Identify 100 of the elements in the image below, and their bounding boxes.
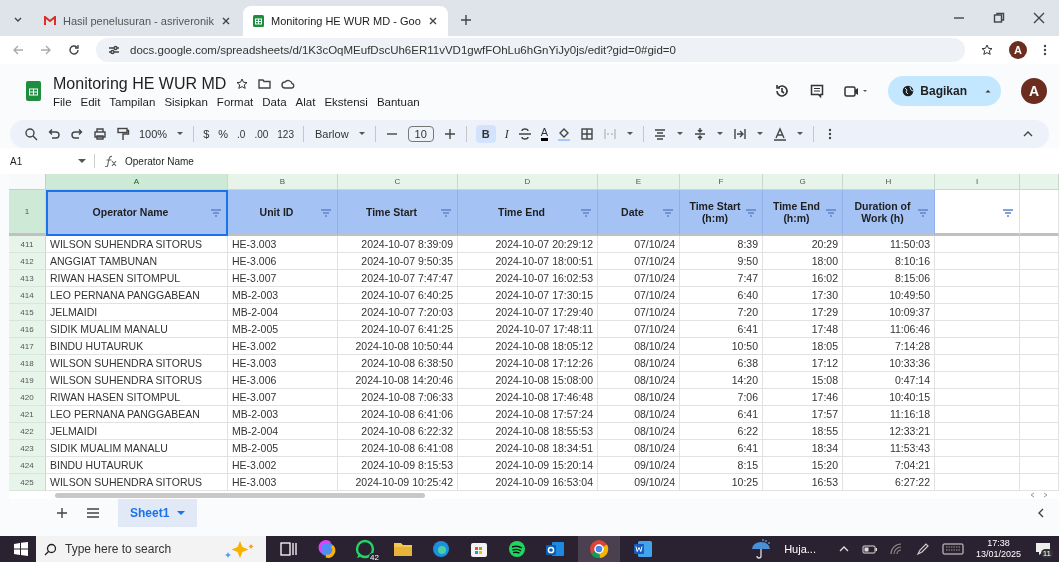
video-call-icon[interactable] [844,85,869,97]
star-icon[interactable] [981,44,993,56]
font-select[interactable]: Barlow [315,128,349,140]
zoom-select[interactable]: 100% [139,128,168,140]
row-header[interactable]: 421 [9,406,46,423]
filter-icon[interactable] [1002,208,1014,218]
column-header[interactable]: B [228,174,338,190]
keyboard-icon[interactable] [941,542,964,556]
menu-item[interactable]: Bantuan [376,95,420,108]
row-header[interactable]: 412 [9,253,46,270]
menu-item[interactable]: Sisipkan [164,95,208,108]
menu-item[interactable]: Format [216,95,254,108]
column-header[interactable]: A [46,174,228,190]
address-bar[interactable]: docs.google.com/spreadsheets/d/1K3cOqMEufDscUh6ER11vVD1gwfFOhLu6hGnYiJy0js/edit?gid=0#gid=0 [96,38,965,62]
header-cell[interactable]: Time End (h:m) [763,190,843,236]
add-sheet-icon[interactable] [56,507,68,519]
paint-format-icon[interactable] [116,127,130,141]
taskbar-search-field[interactable]: Type here to search [36,536,266,562]
swirl-icon[interactable] [316,538,338,560]
close-icon[interactable] [221,16,231,26]
cell-reference[interactable]: A1 [10,155,70,167]
header-cell[interactable]: Time Start [338,190,458,236]
strikethrough-icon[interactable] [517,127,532,141]
menu-item[interactable]: Edit [80,95,101,108]
clock-time[interactable]: 17:38 [987,538,1010,549]
horizontal-scrollbar[interactable] [55,492,425,498]
text-color-button[interactable]: A [540,127,549,141]
printer-icon[interactable] [93,127,107,141]
side-panel-icon[interactable] [1037,507,1045,519]
cloud-icon[interactable] [281,78,296,89]
menu-item[interactable]: File [53,95,72,108]
header-cell[interactable]: Unit ID [228,190,338,236]
row-header[interactable]: 423 [9,440,46,457]
menu-item[interactable]: Ekstensi [324,95,368,108]
header-cell[interactable]: Date [598,190,680,236]
menu-item[interactable]: Tampilan [109,95,156,108]
row-header[interactable]: 413 [9,270,46,287]
profile-avatar[interactable]: A [1009,41,1027,59]
menu-item[interactable]: Data [262,95,287,108]
weather-icon[interactable] [750,538,773,560]
column-header[interactable]: G [763,174,843,190]
number-format-button[interactable]: 123 [277,128,294,140]
pen-icon[interactable] [915,542,930,556]
weather-text[interactable]: Huja... [784,543,816,555]
row-header[interactable]: 417 [9,338,46,355]
share-button[interactable]: Bagikan [888,76,1001,106]
search-icon[interactable] [24,127,38,141]
bold-button[interactable]: B [475,125,496,143]
corner-cell[interactable] [9,174,46,190]
column-header[interactable]: H [843,174,935,190]
menu-item[interactable]: Alat [295,95,316,108]
row-header[interactable]: 411 [9,236,46,253]
fill-color-icon[interactable] [557,127,572,141]
star-icon[interactable] [236,77,249,90]
row-header[interactable]: 415 [9,304,46,321]
row-header[interactable]: 414 [9,287,46,304]
browser-tab[interactable]: Monitoring HE WUR MD - Goo [243,6,448,36]
sheets-logo-icon[interactable] [26,81,41,101]
row-header[interactable]: 425 [9,474,46,491]
text-rotation-icon[interactable] [773,127,788,141]
header-cell[interactable]: Time End [458,190,598,236]
restore-icon[interactable] [993,12,1005,24]
row-header[interactable]: 422 [9,423,46,440]
browser-tab[interactable]: Hasil penelusuran - asriveronik [34,6,241,36]
header-cell[interactable]: Time Start (h:m) [680,190,763,236]
music-app-icon[interactable] [506,538,528,560]
caret-icon[interactable] [78,157,86,165]
site-settings-icon[interactable] [108,45,120,55]
row-header[interactable]: 418 [9,355,46,372]
column-header[interactable]: D [458,174,598,190]
font-size-field[interactable]: 10 [407,126,434,142]
undo-icon[interactable] [47,127,61,141]
percent-button[interactable]: % [218,128,229,140]
battery-icon[interactable] [861,543,878,555]
column-header[interactable]: F [680,174,763,190]
chrome-icon[interactable] [588,538,610,560]
plus-icon[interactable] [442,127,457,141]
browser-icon[interactable] [430,538,452,560]
history-icon[interactable] [774,83,791,99]
row-header[interactable]: 419 [9,372,46,389]
document-title[interactable]: Monitoring HE WUR MD [53,74,227,93]
text-wrap-icon[interactable] [733,127,748,141]
close-icon[interactable] [1033,12,1045,24]
table-cell[interactable] [1020,190,1059,236]
currency-button[interactable]: $ [203,128,210,140]
windows-icon[interactable] [14,542,28,556]
row-header[interactable]: 416 [9,321,46,338]
folder-icon[interactable] [258,78,272,89]
merge-cells-icon[interactable] [603,127,618,141]
horizontal-align-icon[interactable] [653,127,668,141]
table-cell[interactable] [935,190,1020,236]
header-cell[interactable]: Duration of Work (h) [843,190,935,236]
column-header[interactable]: E [598,174,680,190]
sheet-tab[interactable]: Sheet1 [118,499,198,527]
row-header[interactable]: 1 [9,190,46,236]
formula-input[interactable]: Operator Name [125,155,194,167]
comment-icon[interactable] [810,84,825,98]
new-tab-icon[interactable] [459,14,472,26]
column-header[interactable]: C [338,174,458,190]
reload-icon[interactable] [68,44,80,56]
